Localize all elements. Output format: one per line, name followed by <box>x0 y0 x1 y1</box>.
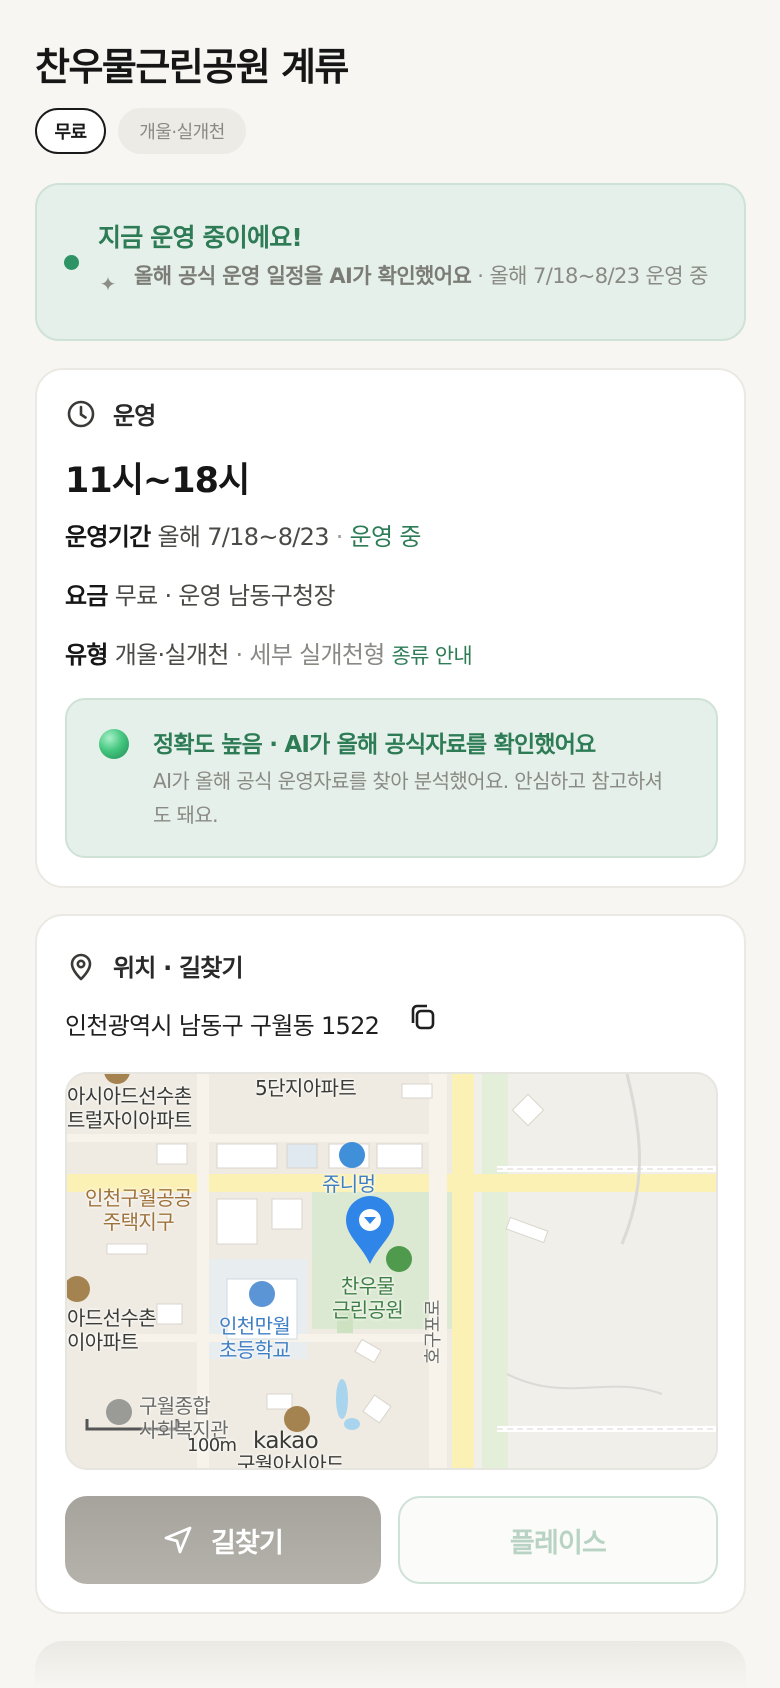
status-title: 지금 운영 중이에요! <box>98 223 303 252</box>
type-value: 개울·실개천 <box>114 641 230 669</box>
directions-button-label: 길찾기 <box>210 1527 284 1559</box>
next-card-peek <box>35 1641 746 1688</box>
map-label-school-line2: 초등학교 <box>219 1338 291 1362</box>
type-detail: · 세부 실개천형 <box>228 641 392 669</box>
page-title: 찬우물근린공원 계류 <box>35 45 349 89</box>
status-period-note: · 올해 7/18~8/23 운영 중 <box>471 264 708 288</box>
accuracy-orb-icon <box>99 729 129 759</box>
location-card: 위치 · 길찾기 인천광역시 남동구 구월동 1522 5단지아파트 아시아드선… <box>35 914 746 1614</box>
navigation-arrow-icon <box>164 1526 192 1554</box>
map-label-school-line1: 인천만월 <box>219 1314 291 1338</box>
hours-section-title: 운영 <box>113 402 156 430</box>
map-label-road: 호구포로 <box>423 1300 444 1364</box>
sparkle-icon: ✦ <box>99 272 117 296</box>
type-guide-link[interactable]: 종류 안내 <box>392 644 473 668</box>
map-label-junimung: 쥬니멍 <box>322 1172 376 1196</box>
map-view[interactable]: 5단지아파트 아시아드선수촌 트럴자이아파트 인천구월공공 주택지구 쥬니멍 찬… <box>65 1072 718 1470</box>
operating-status-card: 지금 운영 중이에요! ✦ 올해 공식 운영 일정을 AI가 확인했어요 · 올… <box>35 183 746 341</box>
hours-section-header: 운영 <box>65 396 156 431</box>
accuracy-box: 정확도 높음 · AI가 올해 공식자료를 확인했어요 AI가 올해 공식 운영… <box>65 698 718 858</box>
fee-key: 요금 <box>65 582 108 610</box>
copy-icon[interactable] <box>407 1002 439 1034</box>
map-label-asiad-mid-line2: 이아파트 <box>67 1330 139 1354</box>
status-ai-note: 올해 공식 운영 일정을 AI가 확인했어요 <box>134 264 472 288</box>
map-label-asiad-top-line2: 트럴자이아파트 <box>67 1108 192 1132</box>
address-text: 인천광역시 남동구 구월동 1522 <box>65 1012 380 1040</box>
map-label-asiad-mid-line1: 아드선수촌 <box>67 1306 157 1330</box>
map-label-school: 인천만월 초등학교 <box>219 1314 291 1362</box>
map-brand-logo: kakao <box>253 1428 319 1454</box>
fee-value: 무료 · 운영 남동구청장 <box>114 582 336 610</box>
place-button[interactable]: 플레이스 <box>398 1496 718 1584</box>
location-section-title: 위치 · 길찾기 <box>113 954 244 982</box>
map-label-incheon-public: 인천구월공공 주택지구 <box>85 1186 192 1234</box>
clock-icon <box>65 398 97 430</box>
status-description: 올해 공식 운영 일정을 AI가 확인했어요 · 올해 7/18~8/23 운영… <box>134 261 730 291</box>
map-label-welfare-line1: 구월종합 <box>139 1394 211 1418</box>
price-chip[interactable]: 무료 <box>35 108 106 154</box>
map-label-asiad-mid: 아드선수촌 이아파트 <box>67 1306 157 1354</box>
map-scale: 100m <box>187 1435 237 1456</box>
period-key: 운영기간 <box>65 523 151 551</box>
type-chip[interactable]: 개울·실개천 <box>118 108 246 154</box>
map-label-asiad-top-line1: 아시아드선수촌 <box>67 1084 192 1108</box>
operating-period-row: 운영기간 올해 7/18~8/23 · 운영 중 <box>65 517 421 552</box>
accuracy-description: AI가 올해 공식 운영자료를 찾아 분석했어요. 안심하고 참고하셔도 돼요. <box>153 769 663 827</box>
hours-card: 운영 11시~18시 운영기간 올해 7/18~8/23 · 운영 중 요금 무료 … <box>35 368 746 888</box>
map-label-park-line1: 찬우물 <box>340 1274 395 1298</box>
directions-button[interactable]: 길찾기 <box>65 1496 381 1584</box>
location-section-header: 위치 · 길찾기 <box>65 948 244 983</box>
fee-row: 요금 무료 · 운영 남동구청장 <box>65 576 336 611</box>
period-separator: · <box>328 523 350 551</box>
map-marker-icon[interactable] <box>344 1194 396 1266</box>
location-pin-icon <box>65 950 97 982</box>
period-status: 운영 중 <box>349 523 422 551</box>
map-label-incheon-public-line2: 주택지구 <box>102 1210 175 1234</box>
hours-value: 11시~18시 <box>65 461 250 501</box>
map-label-asiad-top: 아시아드선수촌 트럴자이아파트 <box>67 1084 192 1132</box>
type-key: 유형 <box>65 641 108 669</box>
map-label-park: 찬우물 근린공원 <box>332 1274 404 1322</box>
period-value: 올해 7/18~8/23 <box>157 523 330 551</box>
map-label-incheon-public-line1: 인천구월공공 <box>85 1186 192 1210</box>
map-label-asiad-bottom: 구월아시아드 <box>237 1452 344 1470</box>
map-label-apt5: 5단지아파트 <box>255 1076 357 1100</box>
map-label-park-line2: 근린공원 <box>332 1298 404 1322</box>
accuracy-title: 정확도 높음 · AI가 올해 공식자료를 확인했어요 <box>153 732 596 758</box>
type-row: 유형 개울·실개천 · 세부 실개천형 종류 안내 <box>65 635 473 670</box>
status-dot <box>64 255 79 270</box>
